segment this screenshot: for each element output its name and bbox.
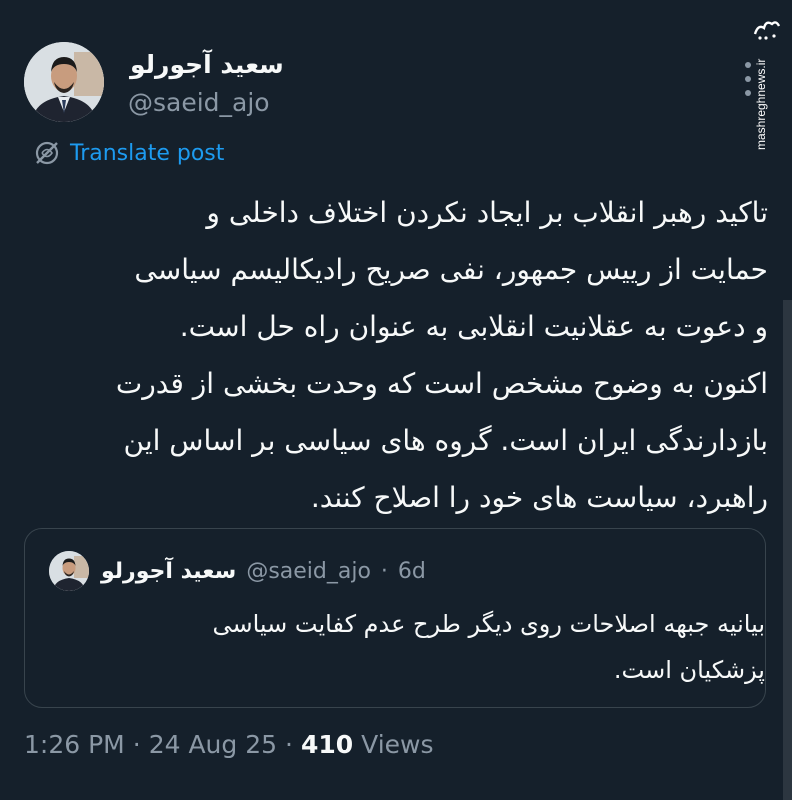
- tweet-line: و دعوت به عقلانیت انقلابی به عنوان راه ح…: [179, 310, 768, 343]
- mashregh-logo-icon: [753, 21, 781, 40]
- scrollbar[interactable]: [783, 300, 792, 800]
- quoted-author-name[interactable]: سعید آجورلو: [101, 559, 236, 584]
- views-label[interactable]: Views: [361, 730, 433, 759]
- quoted-separator: ·: [380, 558, 388, 584]
- quoted-post[interactable]: سعید آجورلو @saeid_ajo · 6d بیانیه جبهه …: [24, 528, 766, 708]
- globe-slash-icon: [35, 141, 59, 165]
- quoted-post-age[interactable]: 6d: [398, 559, 426, 584]
- quoted-author-handle[interactable]: @saeid_ajo: [246, 559, 371, 584]
- author-name[interactable]: سعید آجورلو: [130, 50, 284, 79]
- quoted-author-avatar[interactable]: [49, 551, 89, 591]
- tweet-text: تاکید رهبر انقلاب بر ایجاد نکردن اختلاف …: [24, 184, 768, 526]
- post-date[interactable]: 24 Aug 25: [149, 730, 277, 759]
- tweet-line: حمایت از رییس جمهور، نفی صریح رادیکالیسم…: [134, 253, 768, 286]
- footer-separator: ·: [285, 730, 293, 759]
- translate-post-link[interactable]: Translate post: [34, 140, 224, 166]
- footer-separator: ·: [132, 730, 141, 759]
- author-avatar[interactable]: [24, 42, 104, 122]
- quoted-post-text: بیانیه جبهه اصلاحات روی دیگر طرح عدم کفا…: [45, 601, 765, 693]
- quoted-line: بیانیه جبهه اصلاحات روی دیگر طرح عدم کفا…: [212, 610, 765, 638]
- tweet-line: اکنون به وضوح مشخص است که وحدت بخشی از ق…: [115, 367, 768, 400]
- watermark-text: mashreghnews.ir: [754, 58, 768, 150]
- tweet-line: بازدارندگی ایران است. گروه های سیاسی بر …: [123, 424, 768, 457]
- author-handle[interactable]: @saeid_ajo: [128, 88, 270, 117]
- tweet-line: تاکید رهبر انقلاب بر ایجاد نکردن اختلاف …: [206, 196, 768, 229]
- post-time[interactable]: 1:26 PM: [24, 730, 125, 759]
- watermark: mashreghnews.ir: [752, 10, 784, 160]
- translate-post-label[interactable]: Translate post: [70, 141, 224, 166]
- quoted-line: پزشکیان است.: [613, 656, 765, 684]
- post-footer: 1:26 PM · 24 Aug 25 · 410 Views: [24, 730, 434, 759]
- quoted-post-header: سعید آجورلو @saeid_ajo · 6d: [49, 551, 426, 591]
- tweet-line: راهبرد، سیاست های خود را اصلاح کنند.: [310, 481, 768, 514]
- views-count[interactable]: 410: [301, 730, 353, 759]
